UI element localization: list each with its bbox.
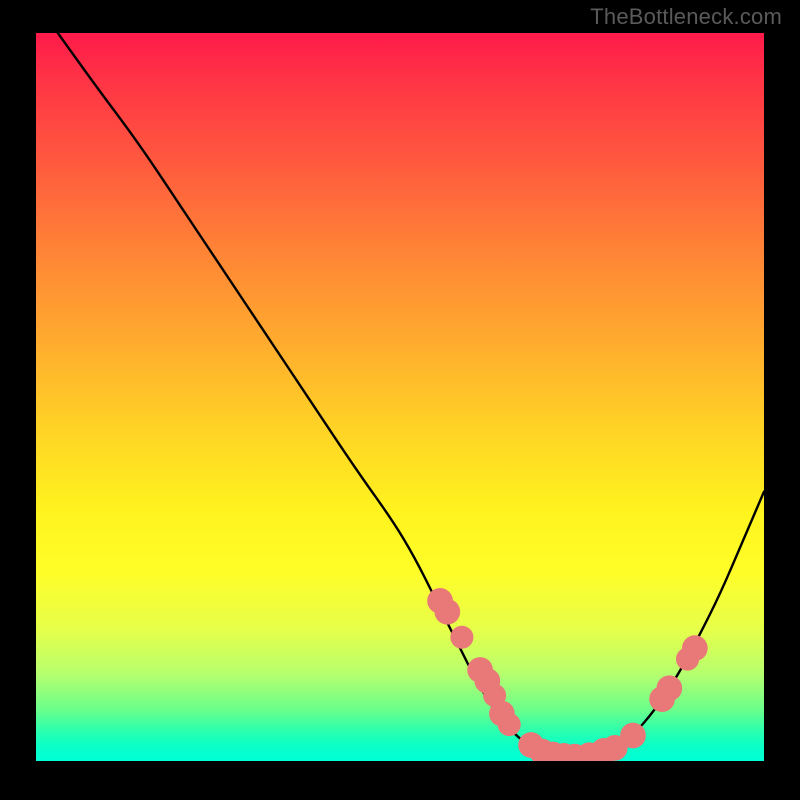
chart-svg <box>36 33 764 761</box>
markers-group <box>427 588 708 761</box>
data-marker <box>682 635 708 661</box>
watermark-text: TheBottleneck.com <box>590 4 782 30</box>
data-marker <box>450 626 473 649</box>
curve-path <box>58 33 764 757</box>
data-marker <box>620 723 646 749</box>
data-marker <box>657 675 683 701</box>
data-marker <box>498 713 521 736</box>
data-marker <box>434 599 460 625</box>
plot-area <box>36 33 764 761</box>
